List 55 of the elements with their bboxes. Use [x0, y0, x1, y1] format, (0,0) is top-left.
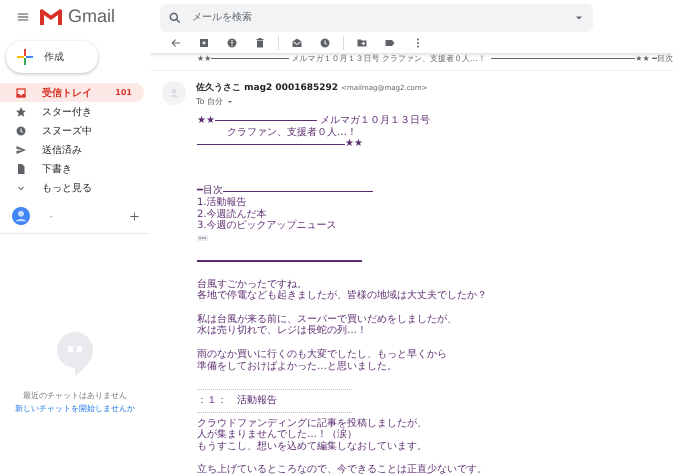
folder-icon[interactable]: [356, 36, 368, 49]
body-text: もうすこし、想いを込めて編集しなおしています。: [197, 440, 427, 453]
show-trimmed-content-button[interactable]: [197, 234, 208, 241]
body-text: 立ち上げているところなので、今できることは正直少ないです。: [197, 464, 487, 476]
search-bar[interactable]: メールを検索: [160, 4, 593, 32]
sidebar-item[interactable]: 受信トレイ 101: [0, 83, 144, 102]
body-text: 水は売り切れで、レジは長蛇の列…！: [197, 325, 367, 338]
body-text: 準備をしておけばよかった…と思いました。: [197, 360, 397, 372]
account-name: -: [50, 212, 54, 220]
body-text: 各地で停電なども起きましたが、皆様の地域は大丈夫でしたか？: [197, 290, 487, 302]
body-text: メルマガ１０月１３日号: [319, 115, 430, 127]
body-text: 1.活動報告: [197, 196, 247, 208]
back-arrow-icon[interactable]: [170, 36, 182, 49]
body-text: ：１： 活動報告: [197, 394, 277, 407]
start-chat-link[interactable]: 新しいチャットを開始しませんか: [15, 403, 135, 414]
body-text: ★★: [345, 138, 363, 150]
body-text: 雨のなか買いに行くのも大変でしたし、もっと早くから: [197, 348, 447, 361]
compose-button[interactable]: 作成: [6, 41, 98, 73]
inbox-icon: [15, 86, 27, 98]
gmail-logo-icon: [40, 8, 62, 25]
sidebar-item[interactable]: 送信済み: [0, 140, 144, 159]
body-text: 2.今週読んだ本: [197, 208, 267, 220]
body-text: 人が集まりませんでした…！（涙）: [197, 429, 357, 440]
body-text: クラウドファンディングに記事を投稿しましたが、: [197, 418, 427, 429]
sidebar-item[interactable]: もっと見る: [0, 178, 144, 197]
body-text: 台風すごかったですね。: [197, 278, 307, 290]
body-text: ━目次: [197, 185, 224, 197]
body-text: 私は台風が来る前に、スーパーで買いだめをしましたが、: [197, 314, 457, 325]
body-text: クラファン、支援者０人…！: [227, 126, 357, 138]
plus-icon[interactable]: [129, 210, 140, 222]
clock-icon: [15, 124, 27, 136]
sidebar-item[interactable]: 下書き: [0, 159, 144, 178]
spam-icon[interactable]: [226, 36, 238, 49]
app-name: Gmail: [68, 6, 116, 27]
empty-chat-text: 最近のチャットはありません: [23, 390, 127, 401]
recipient-text[interactable]: To 自分: [196, 96, 223, 108]
document-icon: [15, 162, 27, 174]
trash-icon[interactable]: [254, 36, 266, 49]
sender-name: 佐久うさこ mag2 0001685292: [196, 82, 338, 94]
avatar-icon[interactable]: [12, 207, 30, 225]
snippet-text: ★★: [197, 54, 212, 63]
clock-icon[interactable]: [319, 36, 331, 49]
snippet-text: メルマガ１０月１３日号 クラファン、支援者０人…！: [290, 52, 487, 64]
envelope-icon[interactable]: [291, 36, 303, 49]
search-field[interactable]: メールを検索: [190, 11, 573, 24]
send-icon: [15, 144, 27, 156]
snippet-text: ★★ ━目次: [635, 52, 673, 64]
plus-icon: [16, 48, 34, 66]
star-icon: [15, 106, 27, 118]
archive-icon[interactable]: [198, 36, 210, 49]
body-text: ★★: [197, 115, 215, 127]
search-icon[interactable]: [168, 10, 182, 24]
body-text: 3.今週のピックアップニュース: [197, 220, 337, 232]
sidebar-item[interactable]: スヌーズ中: [0, 121, 144, 140]
sidebar-item[interactable]: スター付き: [0, 102, 144, 121]
